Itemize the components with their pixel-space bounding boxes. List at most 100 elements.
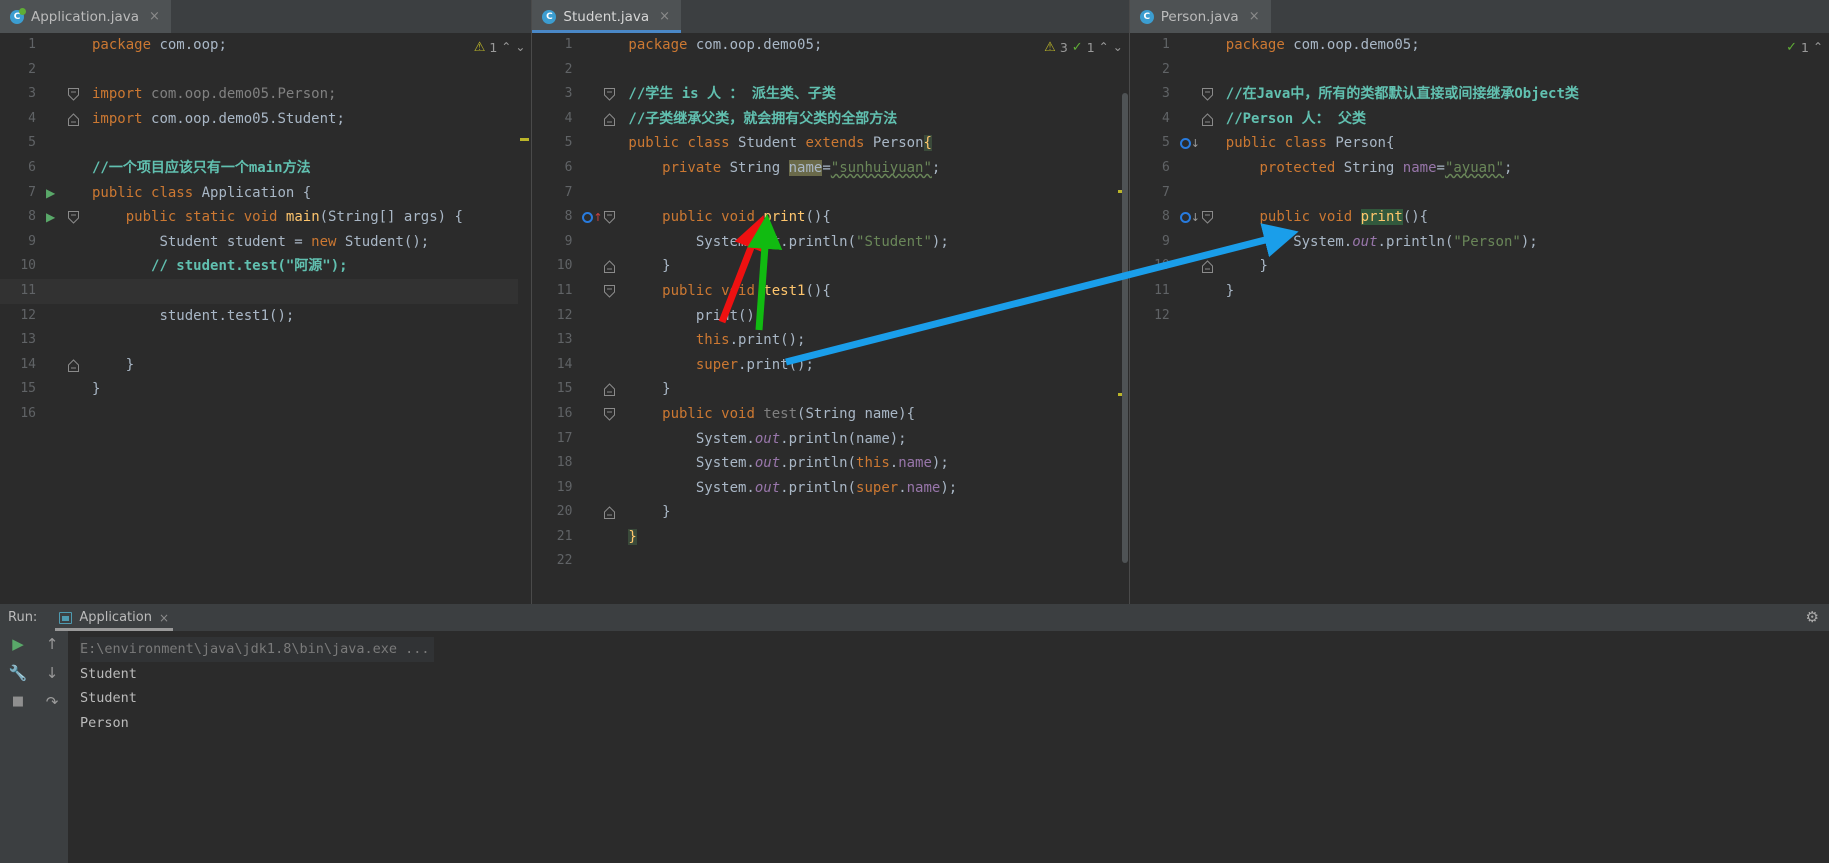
code-line[interactable]: 16 public void test(String name){ [532,402,1128,427]
code-lines-pane1[interactable]: 1 package com.oop; 2 3 import com.oop.demo0… [0,33,532,604]
fold-marker-close[interactable] [68,358,79,372]
fold-marker-open[interactable] [68,87,79,101]
code-line[interactable]: 9 System.out.println("Student"); [532,230,1128,255]
fold-marker-open[interactable] [68,210,79,224]
run-icon[interactable]: ▶ [12,637,24,652]
run-gutter-icon[interactable]: ▶ [46,211,55,223]
code-line[interactable]: 10 // student.test("阿源"); [0,254,531,279]
code-line[interactable]: 8 ↑ public void print(){ [532,205,1128,230]
prev-problem-icon[interactable]: ⌃ [1099,40,1109,54]
editor-body-pane1[interactable]: 1 package com.oop; 2 3 import com.oop.demo0… [0,33,532,604]
wrench-icon[interactable]: 🔧 [9,666,28,681]
code-line[interactable]: 5 public class Student extends Person{ [532,131,1128,156]
prev-problem-icon[interactable]: ⌃ [501,40,511,54]
fold-marker-close[interactable] [604,112,616,126]
code-line[interactable]: 3 import com.oop.demo05.Person; [0,82,531,107]
code-line[interactable]: 5 ↓ public class Person{ [1130,131,1829,156]
code-line[interactable]: 3 //学生 is 人 ： 派生类、子类 [532,82,1128,107]
code-line[interactable]: 19 System.out.println(super.name); [532,476,1128,501]
stop-icon[interactable]: ■ [12,695,24,708]
fold-marker-close[interactable] [604,506,616,520]
code-line[interactable]: 3 //在Java中，所有的类都默认直接或间接继承Object类 [1130,82,1829,107]
code-line[interactable]: 15 } [532,377,1128,402]
code-line[interactable]: 2 [532,58,1128,83]
next-problem-icon[interactable]: ⌄ [1113,40,1123,54]
arrow-down-icon[interactable]: ↓ [46,666,59,681]
code-line[interactable]: 11} [1130,279,1829,304]
arrow-up-icon[interactable]: ↑ [46,637,59,652]
code-line[interactable]: 14 } [0,353,531,378]
fold-marker-close[interactable] [68,112,79,126]
close-icon[interactable]: × [1249,10,1260,23]
code-line[interactable]: 12 student.test1(); [0,304,531,329]
soft-wrap-icon[interactable]: ↷ [46,695,59,710]
close-icon[interactable]: × [659,10,670,23]
code-line[interactable]: 6 protected String name="ayuan"; [1130,156,1829,181]
marker-bar-pane1[interactable] [518,93,532,604]
code-line[interactable]: 7 ▶ public class Application { [0,181,531,206]
close-icon[interactable]: × [149,10,160,23]
code-line[interactable]: 9 Student student = new Student(); [0,230,531,255]
overridden-method-icon[interactable]: ↓ [1179,211,1200,223]
editor-body-pane3[interactable]: 1 package com.oop.demo05; 2 3 //在Java中，所有的类… [1129,33,1829,604]
close-icon[interactable]: × [159,611,169,625]
code-line[interactable]: 10 } [532,254,1128,279]
code-line[interactable]: 1 package com.oop; [0,33,531,58]
fold-marker-open[interactable] [604,407,616,421]
fold-marker-open[interactable] [1201,210,1213,224]
fold-marker-close[interactable] [1201,260,1213,274]
code-line[interactable]: 2 [0,58,531,83]
gutter-cell[interactable]: ▶ [42,210,92,224]
code-line[interactable]: 6 //一个项目应该只有一个main方法 [0,156,531,181]
fold-marker-close[interactable] [604,383,616,397]
editor-body-pane2[interactable]: 1 package com.oop.demo05; 2 3//学生 is 人 ： 派… [532,33,1129,604]
fold-marker-open[interactable] [1201,87,1213,101]
code-line[interactable]: 13 [0,328,531,353]
code-line[interactable]: 7 [1130,181,1829,206]
run-tab-application[interactable]: Application × [51,604,177,631]
gutter-cell[interactable]: ↓ [1176,210,1226,224]
gear-icon[interactable]: ⚙ [1806,610,1819,625]
code-line[interactable]: 13 this.print(); [532,328,1128,353]
code-line[interactable]: 15} [0,377,531,402]
code-line[interactable]: 2 [1130,58,1829,83]
prev-problem-icon[interactable]: ⌃ [1813,40,1823,54]
code-line[interactable]: 8 ↓ public void print(){ [1130,205,1829,230]
code-line[interactable]: 8 ▶ public static void main(String[] args… [0,205,531,230]
code-line[interactable]: 6 private String name="sunhuiyuan"; [532,156,1128,181]
code-line[interactable]: 16 [0,402,531,427]
code-line[interactable]: 4 //Person 人： 父类 [1130,107,1829,132]
code-line[interactable]: 4 //子类继承父类，就会拥有父类的全部方法 [532,107,1128,132]
tab-student-java[interactable]: C Student.java × [532,0,682,33]
code-line[interactable]: 14 super.print(); [532,353,1128,378]
overriding-method-icon[interactable]: ↑ [582,211,603,223]
fold-marker-open[interactable] [604,284,616,298]
marker-bar-pane2[interactable] [1115,93,1129,604]
fold-marker-open[interactable] [604,87,616,101]
code-line[interactable]: 17 System.out.println(name); [532,427,1128,452]
code-lines-pane2[interactable]: 1 package com.oop.demo05; 2 3//学生 is 人 ： 派… [532,33,1128,604]
code-line[interactable]: 11 public void test1(){ [532,279,1128,304]
code-line[interactable]: 21} [532,525,1128,550]
code-line[interactable]: 7 [532,181,1128,206]
code-line[interactable]: 11 [0,278,532,304]
code-lines-pane3[interactable]: 1 package com.oop.demo05; 2 3 //在Java中，所有的类… [1130,33,1829,604]
code-line[interactable]: 4 import com.oop.demo05.Student; [0,107,531,132]
fold-marker-close[interactable] [1201,112,1213,126]
code-line[interactable]: 20 } [532,500,1128,525]
tab-person-java[interactable]: C Person.java × [1129,0,1271,33]
console-output[interactable]: E:\environment\java\jdk1.8\bin\java.exe … [68,631,1829,863]
run-gutter-icon[interactable]: ▶ [46,187,55,199]
overridden-method-icon[interactable]: ↓ [1179,138,1200,150]
code-line[interactable]: 10 } [1130,254,1829,279]
code-line[interactable]: 22 [532,549,1128,574]
vertical-scrollbar[interactable] [1121,93,1128,563]
next-problem-icon[interactable]: ⌄ [515,40,525,54]
gutter-cell[interactable]: ↓ [1176,138,1226,150]
code-line[interactable]: 5 [0,131,531,156]
code-line[interactable]: 18 System.out.println(this.name); [532,451,1128,476]
code-line[interactable]: 9 System.out.println("Person"); [1130,230,1829,255]
fold-marker-open[interactable] [604,210,616,224]
code-line[interactable]: 12 print(); [532,304,1128,329]
gutter-cell[interactable]: ▶ [42,187,92,199]
